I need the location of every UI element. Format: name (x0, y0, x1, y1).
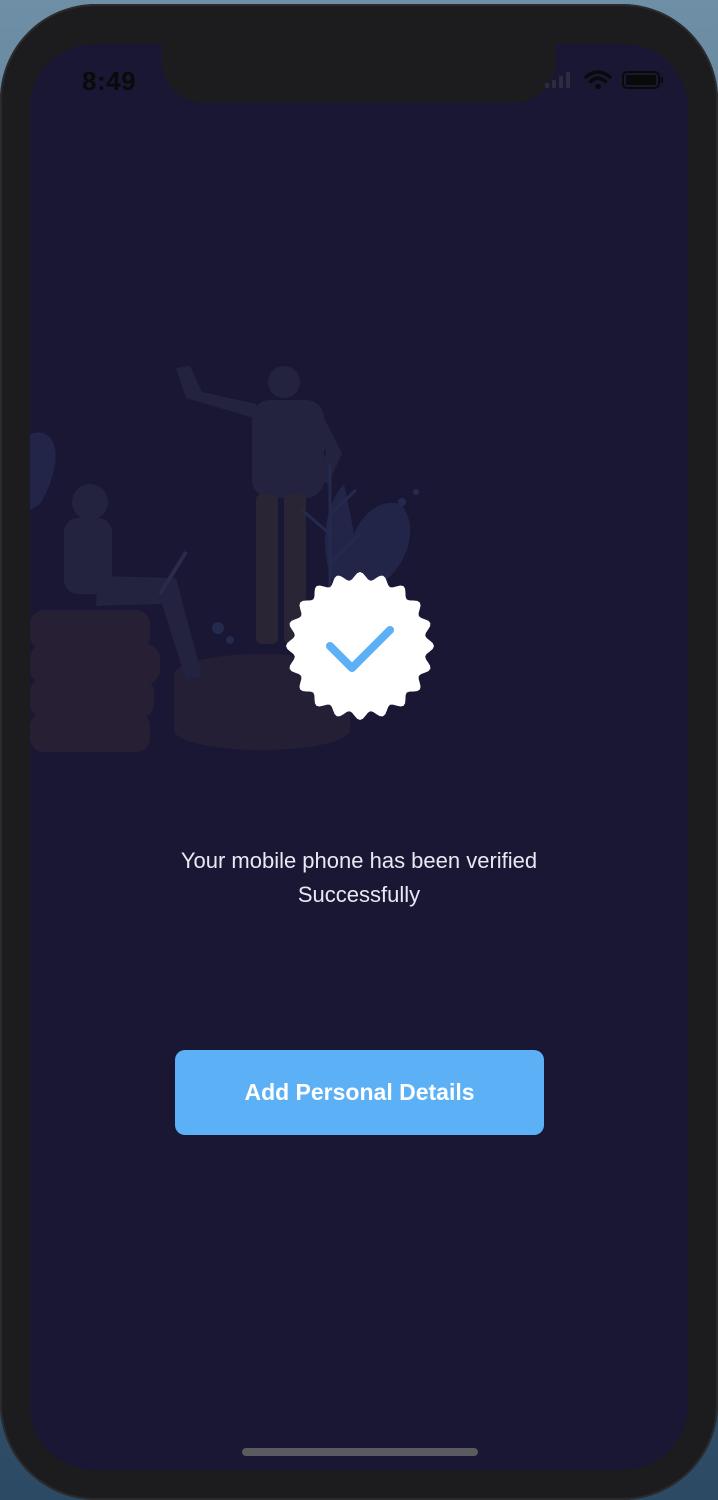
verified-check-badge-icon (286, 572, 434, 720)
home-indicator (242, 1448, 478, 1456)
signal-icon (545, 72, 570, 88)
status-icons (544, 70, 664, 90)
verification-message-line-2: Successfully (297, 882, 421, 907)
app-screen: 8:49 Your mobile phone has been verified… (30, 44, 688, 1470)
verification-message-line-1: Your mobile phone has been verified (180, 848, 538, 873)
add-personal-details-button[interactable]: Add Personal Details (175, 1050, 544, 1135)
device-notch (162, 44, 556, 102)
battery-icon (622, 71, 663, 89)
wifi-icon (584, 70, 612, 90)
phone-frame: 8:49 Your mobile phone has been verified… (0, 4, 718, 1500)
verification-message: Your mobile phone has been verified Succ… (30, 844, 688, 912)
status-time: 8:49 (82, 66, 137, 96)
